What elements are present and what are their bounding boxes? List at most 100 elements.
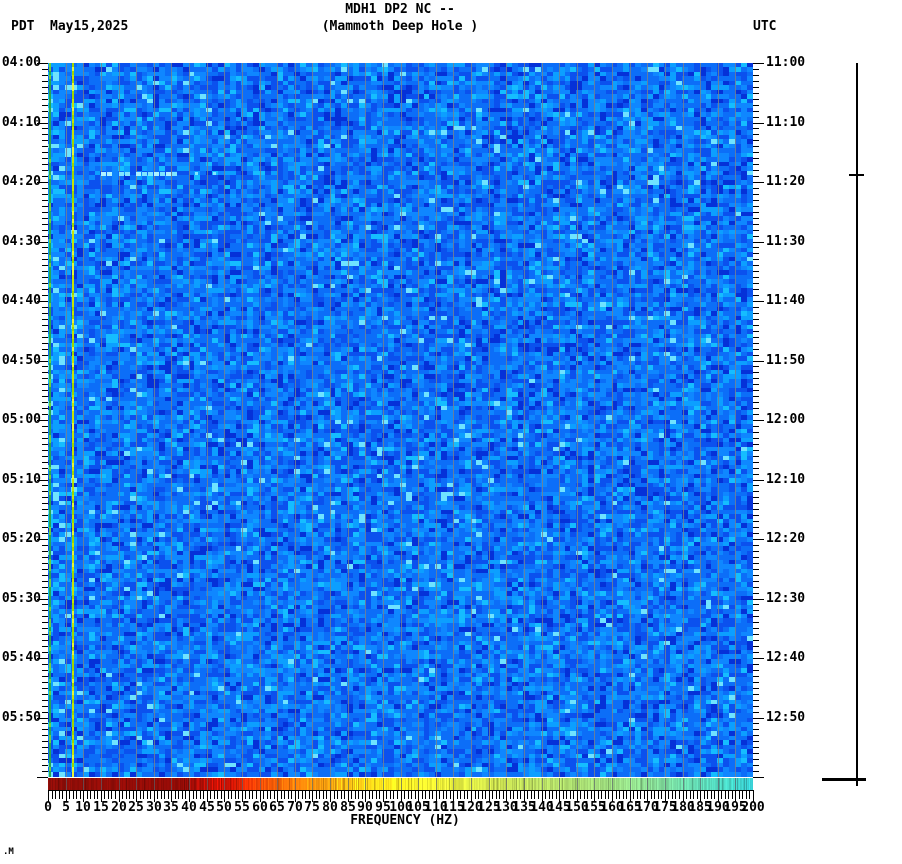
left-minute-tick	[42, 551, 48, 552]
freq-minor-tick	[608, 791, 609, 799]
left-minute-tick	[42, 140, 48, 141]
left-minute-tick	[42, 616, 48, 617]
right-minute-tick	[753, 331, 759, 332]
left-minute-tick	[42, 581, 48, 582]
freq-minor-tick	[552, 791, 553, 799]
right-minute-tick	[753, 176, 759, 177]
left-minute-tick	[42, 295, 48, 296]
left-minute-tick	[42, 491, 48, 492]
right-minute-tick	[753, 640, 759, 641]
freq-minor-tick	[556, 791, 557, 799]
right-major-tick	[753, 480, 764, 481]
left-minute-tick	[42, 664, 48, 665]
right-minute-tick	[753, 557, 759, 558]
freq-minor-tick	[721, 791, 722, 799]
left-minute-tick	[42, 497, 48, 498]
left-minute-tick	[42, 533, 48, 534]
left-minute-tick	[42, 331, 48, 332]
freq-minor-tick	[429, 791, 430, 799]
right-minute-tick	[753, 527, 759, 528]
freq-minor-tick	[326, 791, 327, 799]
right-major-tick	[753, 539, 764, 540]
left-minute-tick	[42, 277, 48, 278]
right-minute-tick	[753, 664, 759, 665]
freq-minor-tick	[362, 791, 363, 799]
freq-minor-tick	[485, 791, 486, 799]
left-minute-tick	[42, 87, 48, 88]
right-time-label: 12:50	[766, 710, 806, 725]
right-minute-tick	[753, 593, 759, 594]
freq-minor-tick	[52, 791, 53, 799]
right-minute-tick	[753, 676, 759, 677]
left-minute-tick	[42, 456, 48, 457]
freq-minor-tick	[686, 791, 687, 799]
right-minute-tick	[753, 194, 759, 195]
left-minute-tick	[42, 408, 48, 409]
freq-minor-tick	[531, 791, 532, 799]
left-minute-tick	[42, 414, 48, 415]
freq-minor-tick	[549, 791, 550, 799]
left-minute-tick	[42, 706, 48, 707]
freq-minor-tick	[397, 791, 398, 799]
right-minute-tick	[753, 456, 759, 457]
right-minute-tick	[753, 158, 759, 159]
right-minute-tick	[753, 170, 759, 171]
left-minute-tick	[42, 688, 48, 689]
left-minute-tick	[42, 188, 48, 189]
freq-minor-tick	[196, 791, 197, 799]
right-minute-tick	[753, 140, 759, 141]
freq-minor-tick	[425, 791, 426, 799]
left-minute-tick	[42, 563, 48, 564]
right-minute-tick	[753, 432, 759, 433]
left-minute-tick	[42, 117, 48, 118]
right-time-label: 11:10	[766, 115, 806, 130]
freq-minor-tick	[344, 791, 345, 799]
right-minute-tick	[753, 164, 759, 165]
left-minute-tick	[42, 652, 48, 653]
freq-minor-tick	[129, 791, 130, 799]
left-minute-tick	[42, 337, 48, 338]
freq-minor-tick	[619, 791, 620, 799]
right-minute-tick	[753, 581, 759, 582]
right-minute-tick	[753, 646, 759, 647]
left-minute-tick	[42, 694, 48, 695]
freq-minor-tick	[217, 791, 218, 799]
left-time-label: 05:20	[1, 531, 41, 546]
freq-minor-tick	[637, 791, 638, 799]
left-minute-tick	[42, 646, 48, 647]
right-minute-tick	[753, 485, 759, 486]
right-minute-tick	[753, 319, 759, 320]
left-minute-tick	[42, 735, 48, 736]
right-major-tick	[753, 777, 764, 778]
freq-minor-tick	[492, 791, 493, 799]
right-minute-tick	[753, 343, 759, 344]
freq-minor-tick	[157, 791, 158, 799]
right-minute-tick	[753, 218, 759, 219]
freq-minor-tick	[376, 791, 377, 799]
left-minute-tick	[42, 325, 48, 326]
right-minute-tick	[753, 563, 759, 564]
freq-minor-tick	[598, 791, 599, 799]
freq-minor-tick	[591, 791, 592, 799]
freq-minor-tick	[415, 791, 416, 799]
right-minute-tick	[753, 450, 759, 451]
freq-minor-tick	[633, 791, 634, 799]
right-minute-tick	[753, 212, 759, 213]
right-minute-tick	[753, 741, 759, 742]
left-minute-tick	[42, 622, 48, 623]
left-minute-tick	[42, 164, 48, 165]
freq-minor-tick	[460, 791, 461, 799]
right-minute-tick	[753, 408, 759, 409]
left-minute-tick	[42, 69, 48, 70]
freq-minor-tick	[658, 791, 659, 799]
right-minute-tick	[753, 426, 759, 427]
freq-minor-tick	[372, 791, 373, 799]
left-time-label: 05:30	[1, 591, 41, 606]
right-minute-tick	[753, 372, 759, 373]
left-minute-tick	[42, 450, 48, 451]
freq-minor-tick	[185, 791, 186, 799]
freq-minor-tick	[235, 791, 236, 799]
left-minute-tick	[42, 343, 48, 344]
left-minute-tick	[42, 247, 48, 248]
left-minute-tick	[42, 283, 48, 284]
